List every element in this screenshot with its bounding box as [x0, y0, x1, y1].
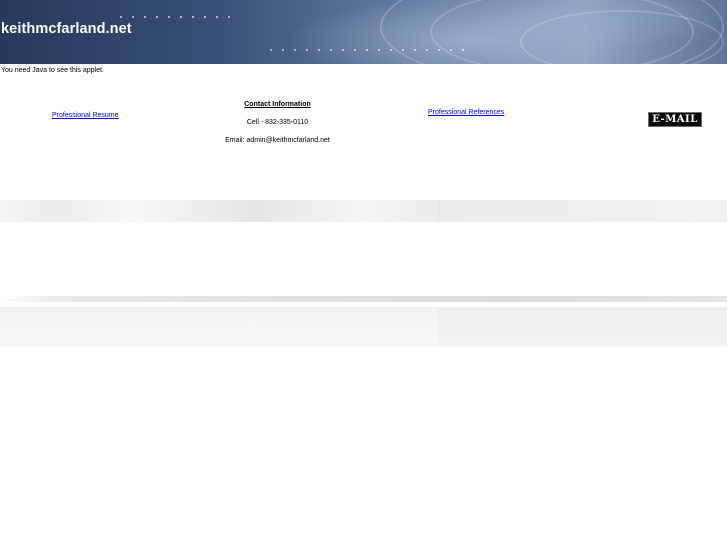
decorative-band	[0, 200, 727, 222]
professional-resume-link[interactable]: Professional Resume	[52, 112, 119, 119]
site-title: keithmcfarland.net	[1, 21, 132, 37]
professional-references-link[interactable]: Professional References	[428, 109, 504, 116]
contact-email: Email: admin@keithmcfarland.net	[225, 137, 330, 144]
decorative-band	[438, 307, 727, 347]
email-button[interactable]: E-MAIL	[648, 112, 702, 127]
decorative-band-divider	[438, 200, 439, 222]
contact-cell: Cell - 832-335-0110	[246, 119, 309, 126]
banner-dots	[115, 16, 235, 18]
header-banner: keithmcfarland.net	[0, 0, 727, 64]
banner-dots	[265, 49, 465, 51]
page: keithmcfarland.net You need Java to see …	[0, 0, 727, 545]
contact-heading: Contact Information	[244, 101, 311, 108]
decorative-band	[0, 296, 727, 302]
contact-info: Contact Information Cell - 832-335-0110 …	[200, 101, 355, 155]
java-applet-message: You need Java to see this applet.	[1, 67, 104, 74]
